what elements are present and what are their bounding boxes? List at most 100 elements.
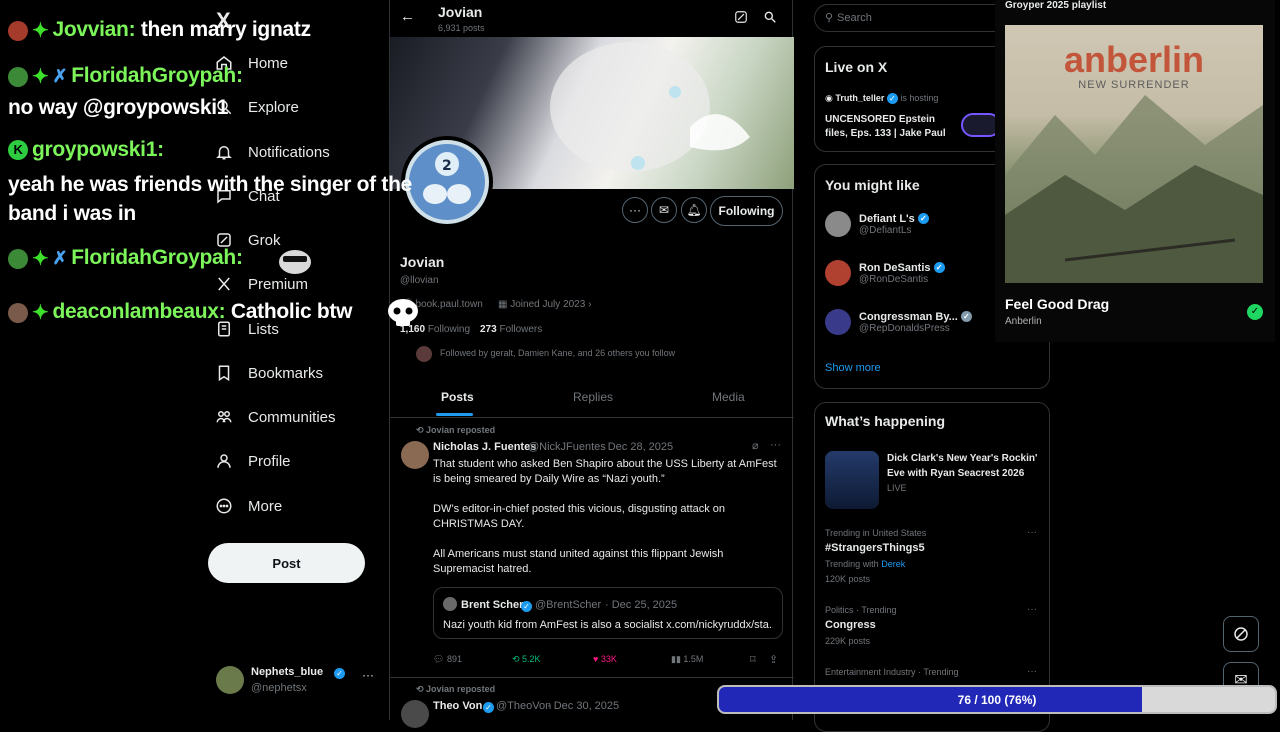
- grok-icon[interactable]: ⌀: [752, 439, 759, 452]
- nav-communities[interactable]: Communities: [214, 402, 336, 432]
- trend-name[interactable]: #StrangersThings5: [825, 542, 925, 554]
- suggestions-title: You might like: [825, 177, 920, 193]
- nav-bookmarks[interactable]: Bookmarks: [214, 358, 323, 388]
- avatar: [443, 597, 457, 611]
- nav-more[interactable]: More: [214, 491, 282, 521]
- chat-username: groypowski1:: [32, 138, 164, 161]
- views-count: 1.5M: [683, 654, 704, 664]
- nav-explore-label: Explore: [248, 98, 299, 116]
- chat-text: then marry ignatz: [140, 18, 311, 42]
- suggested-user[interactable]: Ron DeSantis ✓ @RonDeSantis: [825, 260, 945, 286]
- chat-username: FloridahGroypah:: [71, 246, 243, 270]
- show-more-link[interactable]: Show more: [825, 362, 881, 374]
- trend-with-link[interactable]: Derek: [881, 559, 905, 569]
- avatar[interactable]: [401, 700, 429, 728]
- tweet-author[interactable]: Theo Von: [433, 700, 482, 712]
- chat-message: Kgroypowski1:: [8, 138, 164, 162]
- share-icon[interactable]: ⇪: [769, 653, 778, 666]
- avatar: [825, 211, 851, 237]
- tweet-date[interactable]: · Dec 28, 2025: [601, 441, 673, 453]
- chat-message: ✦ Jovvian: then marry ignatz: [8, 18, 311, 43]
- retweet-context-label: Jovian reposted: [426, 684, 496, 694]
- suggested-user[interactable]: Congressman By... ✓ @RepDonaldsPress: [825, 309, 972, 335]
- repost-icon: ⟲: [512, 654, 523, 664]
- x-premium-icon: [214, 274, 234, 294]
- live-host[interactable]: ◉ Truth_teller ✓ is hosting: [825, 93, 938, 105]
- verified-badge-icon: ✓: [917, 213, 929, 225]
- repost-button[interactable]: ⟲ 5.2K: [512, 654, 541, 665]
- heart-icon: ♥: [593, 654, 601, 664]
- avatar: [8, 248, 28, 269]
- suggested-name-label: Ron DeSantis: [859, 261, 931, 274]
- profile-joined: ▦ Joined July 2023 ›: [498, 299, 591, 310]
- post-button[interactable]: Post: [208, 543, 365, 583]
- nav-notifications[interactable]: Notifications: [214, 137, 330, 167]
- suggested-user[interactable]: Defiant L's ✓ @DefiantLs: [825, 211, 929, 237]
- gray-verified-badge-icon: ✓: [960, 311, 972, 323]
- tweet-author[interactable]: Nicholas J. Fuentes: [433, 441, 536, 453]
- tweet-handle[interactable]: @TheoVon: [496, 700, 551, 712]
- grok-icon: [1234, 627, 1248, 641]
- following-button[interactable]: Following: [710, 196, 783, 226]
- followed-by-text[interactable]: Followed by geralt, Damien Kane, and 26 …: [440, 348, 675, 358]
- chat-text: Catholic btw: [230, 300, 353, 324]
- tab-posts[interactable]: Posts: [441, 390, 474, 404]
- tweet-paragraph: DW’s editor-in-chief posted this vicious…: [433, 503, 726, 530]
- tweet-date[interactable]: · Dec 30, 2025: [547, 700, 619, 712]
- album-art: anberlin NEW SURRENDER: [1005, 25, 1263, 283]
- repost-icon: ⟲: [416, 425, 427, 435]
- progress-label: 76 / 100 (76%): [957, 692, 1037, 707]
- account-handle: @nephetsx: [251, 682, 307, 694]
- bookmark-icon[interactable]: ⌑: [750, 653, 756, 666]
- retweet-context-label: Jovian reposted: [426, 425, 496, 435]
- quote-tweet[interactable]: Brent Scher ✓ @BrentScher · Dec 25, 2025…: [433, 587, 783, 639]
- message-button[interactable]: ✉: [651, 197, 677, 223]
- profile-post-count: 6,931 posts: [438, 23, 485, 33]
- following-count-label: Following: [427, 324, 471, 335]
- tweet-handle[interactable]: @NickJFuentes: [528, 441, 606, 453]
- avatar[interactable]: [401, 441, 429, 469]
- back-arrow-icon[interactable]: ←: [400, 8, 415, 25]
- saved-check-icon[interactable]: ✓: [1247, 304, 1263, 320]
- calendar-icon: ▦: [498, 299, 511, 310]
- search-icon[interactable]: [763, 10, 777, 24]
- grok-analyze-icon[interactable]: [734, 10, 748, 24]
- more-dots-icon[interactable]: ···: [1027, 666, 1037, 677]
- avatar: [825, 309, 851, 335]
- playlist-title: Groyper 2025 playlist: [1005, 0, 1107, 11]
- like-button[interactable]: ♥ 33K: [593, 654, 617, 664]
- account-switcher[interactable]: Nephets_blue ✓ @nephetsx ···: [216, 664, 382, 698]
- profile-icon: [214, 451, 234, 471]
- suggested-name: Defiant L's ✓: [859, 213, 929, 225]
- sword-badge-icon: ✗: [52, 248, 68, 268]
- verified-badge-icon: ✓: [886, 93, 898, 105]
- trend-name[interactable]: Congress: [825, 619, 876, 631]
- trend-with: Trending with Derek: [825, 559, 905, 569]
- tab-media[interactable]: Media: [712, 390, 745, 404]
- suggested-name: Congressman By... ✓: [859, 311, 972, 323]
- more-dots-icon[interactable]: ···: [770, 439, 781, 451]
- verified-badge-icon: ✓: [334, 668, 345, 679]
- reply-button[interactable]: 💬︎ 891: [433, 654, 462, 665]
- more-dots-icon[interactable]: ···: [1027, 527, 1037, 538]
- event-thumbnail[interactable]: [825, 451, 879, 509]
- profile-website-label: book.paul.town: [415, 299, 483, 310]
- suggested-handle: @RepDonaldsPress: [859, 322, 950, 334]
- tweet[interactable]: ⟲ Jovian reposted Nicholas J. Fuentes @N…: [390, 418, 794, 676]
- event-title[interactable]: Dick Clark's New Year's Rockin' Eve with…: [887, 451, 1045, 481]
- followers-count-link[interactable]: 273 Followers: [480, 324, 542, 335]
- trends-title: What’s happening: [825, 413, 946, 429]
- views-link[interactable]: ▮▮ 1.5M: [671, 654, 703, 665]
- tab-replies[interactable]: Replies: [573, 390, 613, 404]
- notify-button[interactable]: 🔔︎: [681, 197, 707, 223]
- nav-profile[interactable]: Profile: [214, 446, 291, 476]
- trend-context: Trending in United States: [825, 528, 927, 538]
- more-options-button[interactable]: ···: [622, 197, 648, 223]
- bell-icon: [214, 142, 234, 162]
- tweet-text: That student who asked Ben Shapiro about…: [433, 457, 778, 577]
- live-show-title[interactable]: UNCENSORED Epstein files, Eps. 133 | Jak…: [825, 113, 950, 141]
- followers-count: 273: [480, 324, 497, 335]
- grok-floating-button[interactable]: [1223, 616, 1259, 652]
- profile-handle: @llovian: [400, 275, 439, 286]
- more-dots-icon[interactable]: ···: [1027, 604, 1037, 615]
